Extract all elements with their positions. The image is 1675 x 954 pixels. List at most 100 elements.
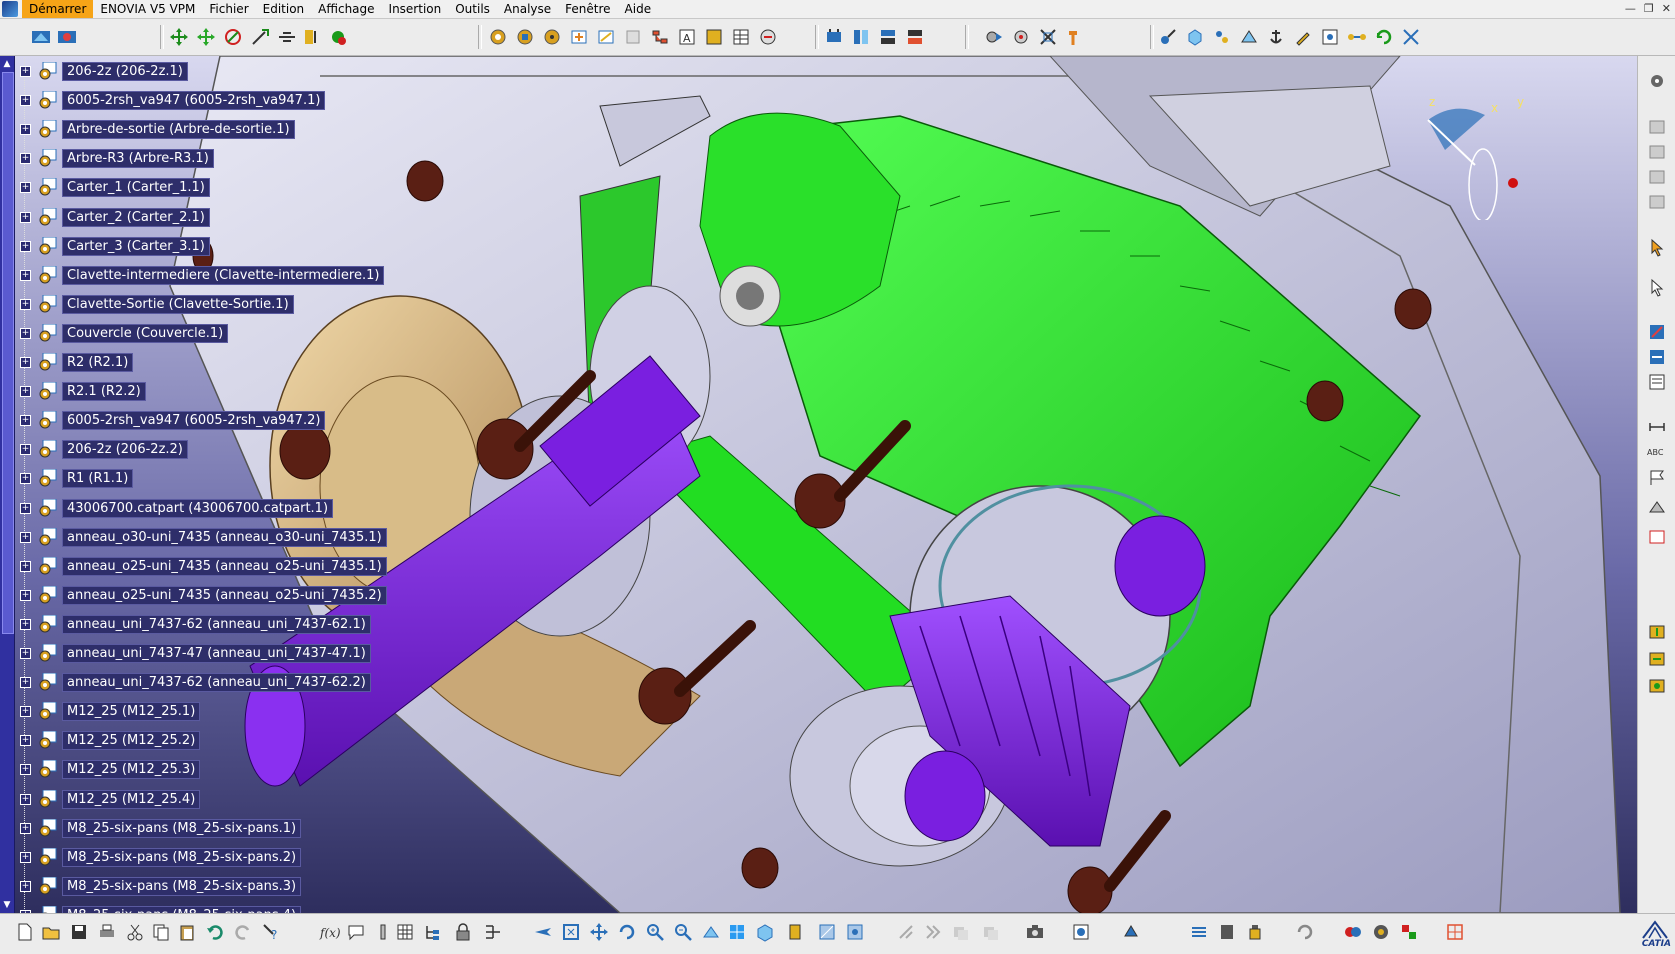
expand-icon[interactable]: + (20, 531, 31, 543)
import-icon[interactable] (1646, 675, 1668, 697)
gear-settings-icon[interactable] (1646, 70, 1668, 92)
part-icon-4[interactable] (1646, 191, 1668, 213)
weld-icon[interactable] (1646, 496, 1668, 518)
move-icon[interactable] (168, 26, 190, 48)
tree-item-label[interactable]: Couvercle (Couvercle.1) (62, 323, 229, 343)
coincidence-icon[interactable] (850, 26, 872, 48)
tree-item-label[interactable]: Carter_2 (Carter_2.1) (62, 207, 210, 227)
undo-icon[interactable] (204, 921, 226, 943)
refresh-icon[interactable] (1373, 26, 1395, 48)
menu-outils[interactable]: Outils (448, 0, 497, 18)
tree-item[interactable]: + Clavette-Sortie (Clavette-Sortie.1) (20, 293, 294, 315)
scroll-up-icon[interactable]: ▲ (1, 58, 13, 70)
expand-icon[interactable]: + (20, 356, 31, 368)
close-icon[interactable]: ✕ (1662, 0, 1671, 18)
copy-icon[interactable] (150, 921, 172, 943)
scene-grid-icon[interactable] (1444, 921, 1466, 943)
sensor-icon[interactable] (1010, 26, 1032, 48)
scroll-down-icon[interactable]: ▼ (1, 899, 13, 911)
constraint-icon-2[interactable] (1646, 346, 1668, 368)
menu-analyse[interactable]: Analyse (497, 0, 558, 18)
tree-item-label[interactable]: M12_25 (M12_25.1) (62, 701, 201, 721)
clash-icon[interactable] (301, 26, 323, 48)
restore-icon[interactable]: ❐ (1644, 0, 1654, 18)
select-trap-icon[interactable] (1646, 276, 1668, 298)
stop-manipulate-icon[interactable] (327, 26, 349, 48)
links-icon[interactable] (1346, 26, 1368, 48)
graph-tree-icon[interactable] (649, 26, 671, 48)
text-abc-icon[interactable]: ABC (1646, 441, 1668, 463)
grid-icon[interactable] (394, 921, 416, 943)
tree-item-label[interactable]: Carter_1 (Carter_1.1) (62, 177, 210, 197)
shading-icon[interactable] (816, 921, 838, 943)
tree-item[interactable]: +43006700.catpart (43006700.catpart.1) (20, 497, 334, 519)
explode-icon[interactable] (276, 26, 298, 48)
tree-item-label[interactable]: anneau_uni_7437-62 (anneau_uni_7437-62.2… (62, 672, 371, 692)
menu-fenetre[interactable]: Fenêtre (558, 0, 617, 18)
expand-icon[interactable]: + (20, 443, 31, 455)
expand-icon[interactable]: + (20, 327, 31, 339)
fix-constraint-icon[interactable] (823, 26, 845, 48)
menu-start[interactable]: Démarrer (22, 0, 94, 18)
tree-scrollbar[interactable]: ▲ ▼ (0, 56, 15, 913)
redo-icon[interactable] (232, 921, 254, 943)
constraint-icon-3[interactable] (1646, 371, 1668, 393)
annotation-icon[interactable]: A (676, 26, 698, 48)
layer-icon-1[interactable] (950, 921, 972, 943)
expand-icon[interactable]: + (20, 793, 31, 805)
tree-item-label[interactable]: 43006700.catpart (43006700.catpart.1) (62, 498, 334, 518)
material-icon[interactable] (1370, 921, 1392, 943)
tree-item[interactable]: + anneau_uni_7437-62 (anneau_uni_7437-62.… (20, 613, 371, 635)
bounding-icon[interactable] (1037, 26, 1059, 48)
tree-item[interactable]: + anneau_o30-uni_7435 (anneau_o30-uni_743… (20, 526, 387, 548)
tree-item[interactable]: + Carter_1 (Carter_1.1) (20, 176, 210, 198)
products-icon[interactable] (1342, 921, 1364, 943)
expand-icon[interactable]: + (20, 560, 31, 572)
part-icon-3[interactable] (1646, 166, 1668, 188)
swap-visible-icon[interactable] (895, 921, 917, 943)
new-file-icon[interactable] (14, 921, 36, 943)
tree-item-label[interactable]: anneau_uni_7437-47 (anneau_uni_7437-47.1… (62, 643, 371, 663)
replace-component-icon[interactable] (622, 26, 644, 48)
menu-enovia[interactable]: ENOVIA V5 VPM (93, 0, 202, 18)
menu-insertion[interactable]: Insertion (382, 0, 449, 18)
tree-item[interactable]: +206-2z (206-2z.1) (20, 60, 188, 82)
expand-icon[interactable]: + (20, 618, 31, 630)
assembly-icon[interactable] (56, 26, 78, 48)
capture-icon[interactable] (1070, 921, 1092, 943)
app-logo-icon[interactable] (2, 1, 18, 17)
tree-item[interactable]: + Carter_3 (Carter_3.1) (20, 235, 210, 257)
manipulate-icon[interactable] (195, 26, 217, 48)
lock-icon[interactable] (452, 921, 474, 943)
selection-set-icon[interactable] (1188, 921, 1210, 943)
iso-view-icon[interactable] (754, 921, 776, 943)
distance-icon[interactable] (1238, 26, 1260, 48)
tree-item[interactable]: + R2 (R2.1) (20, 351, 134, 373)
camera-icon[interactable] (1024, 921, 1046, 943)
tree-item[interactable]: + R1 (R1.1) (20, 467, 134, 489)
measure-icon[interactable] (1157, 26, 1179, 48)
tree-item[interactable]: + Couvercle (Couvercle.1) (20, 322, 229, 344)
compass-widget[interactable]: z x y (1425, 90, 1545, 220)
expand-icon[interactable]: + (20, 269, 31, 281)
tree-item[interactable]: + anneau_uni_7437-62 (anneau_uni_7437-62.… (20, 671, 371, 693)
minimize-icon[interactable]: — (1625, 0, 1636, 18)
tree-item[interactable]: + Arbre-de-sortie (Arbre-de-sortie.1) (20, 118, 295, 140)
expand-icon[interactable]: + (20, 763, 31, 775)
snap-icon[interactable] (222, 26, 244, 48)
gear-tool-1-icon[interactable] (487, 26, 509, 48)
menu-aide[interactable]: Aide (618, 0, 659, 18)
pan-icon[interactable] (588, 921, 610, 943)
tree-item[interactable]: + R2.1 (R2.2) (20, 380, 146, 402)
save-icon[interactable] (68, 921, 90, 943)
expand-icon[interactable]: + (20, 211, 31, 223)
tree-item[interactable]: + M8_25-six-pans (M8_25-six-pans.1) (20, 817, 302, 839)
tree-item-label[interactable]: anneau_o30-uni_7435 (anneau_o30-uni_7435… (62, 527, 387, 547)
tree-item[interactable]: + Arbre-R3 (Arbre-R3.1) (20, 147, 214, 169)
expand-icon[interactable]: + (20, 152, 31, 164)
tree-item-label[interactable]: anneau_uni_7437-62 (anneau_uni_7437-62.1… (62, 614, 371, 634)
paste-icon[interactable] (176, 921, 198, 943)
select-arrow-icon[interactable] (1646, 236, 1668, 258)
tree-item-label[interactable]: Carter_3 (Carter_3.1) (62, 236, 210, 256)
tree-item[interactable]: + M8_25-six-pans (M8_25-six-pans.3) (20, 875, 302, 897)
